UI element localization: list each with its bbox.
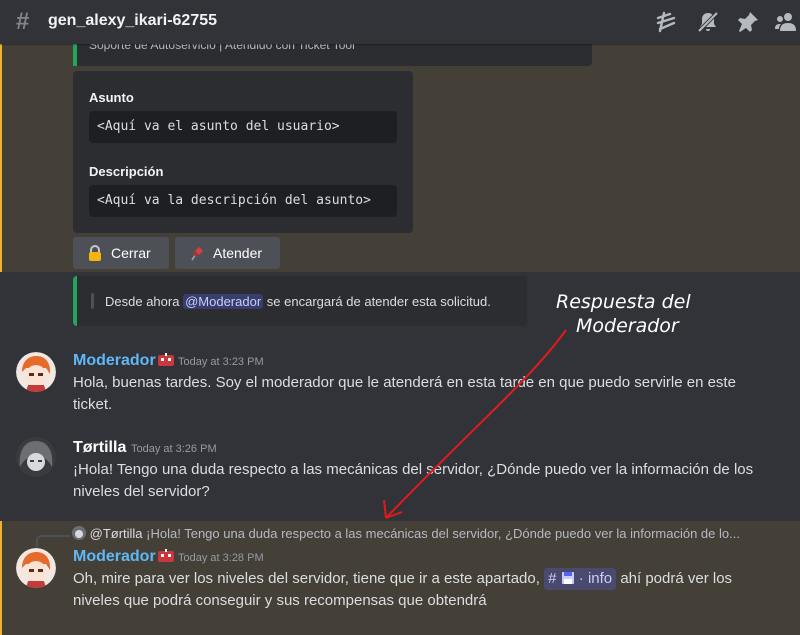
close-button-label: Cerrar: [111, 245, 151, 261]
timestamp[interactable]: Today at 3:28 PM: [178, 552, 264, 564]
pushpin-emoji-icon: [191, 247, 203, 261]
annotation-line-1: Respuesta del: [556, 291, 691, 313]
bot-badge-icon: [158, 353, 174, 366]
annotation-label: Respuesta del Moderador: [556, 290, 691, 338]
moderator-mention[interactable]: @Moderador: [183, 294, 264, 309]
pin-icon[interactable]: [736, 10, 760, 34]
floppy-disk-icon: [561, 572, 574, 584]
quote-bar: [91, 293, 94, 309]
reply-reference[interactable]: @Tørtilla ¡Hola! Tengo una duda respecto…: [72, 526, 772, 542]
mention-bar: [0, 521, 2, 635]
notice-text-before: Desde ahora: [105, 294, 180, 309]
ticket-embed-top: Soporte de Autoservicio | Atendido con T…: [73, 44, 592, 66]
subject-label: Asunto: [89, 90, 134, 105]
channel-header: # gen_alexy_ikari-62755: [0, 0, 800, 44]
avatar[interactable]: [16, 352, 56, 392]
mention-bar: [0, 44, 2, 272]
message-content: ¡Hola! Tengo una duda respecto a las mec…: [73, 461, 754, 500]
notice-text: Desde ahora @Moderador se encargará de a…: [105, 294, 491, 309]
timestamp[interactable]: Today at 3:26 PM: [131, 443, 217, 455]
embed-footer-text: Soporte de Autoservicio | Atendido con T…: [89, 44, 355, 52]
reply-spine: [36, 535, 70, 547]
close-ticket-button[interactable]: Cerrar: [73, 237, 169, 269]
description-label: Descripción: [89, 164, 164, 179]
timestamp[interactable]: Today at 3:23 PM: [178, 356, 264, 368]
notice-text-after: se encargará de atender esta solicitud.: [266, 294, 491, 309]
description-code-block: <Aquí va la descripción del asunto>: [89, 185, 397, 217]
threads-icon[interactable]: [654, 10, 678, 34]
channel-name: gen_alexy_ikari-62755: [48, 12, 218, 29]
bot-badge-icon: [158, 549, 174, 562]
attend-button-label: Atender: [213, 245, 263, 261]
avatar[interactable]: [16, 548, 56, 588]
hash-icon: #: [16, 8, 30, 35]
members-icon[interactable]: [774, 10, 798, 34]
message-content: Hola, buenas tardes. Soy el moderador qu…: [73, 374, 736, 413]
hash-icon: #: [548, 570, 561, 587]
channel-mention[interactable]: # · info: [544, 568, 617, 590]
attend-ticket-button[interactable]: Atender: [175, 237, 280, 269]
avatar[interactable]: [16, 437, 56, 477]
annotation-line-2: Moderador: [576, 315, 679, 337]
subject-code-block: <Aquí va el asunto del usuario>: [89, 111, 397, 143]
reply-avatar-icon: [72, 526, 86, 540]
replied-username[interactable]: @Tørtilla: [90, 526, 143, 541]
ticket-form-embed: Asunto <Aquí va el asunto del usuario> D…: [73, 71, 413, 233]
username[interactable]: Moderador: [73, 548, 156, 566]
moderator-assigned-embed: Desde ahora @Moderador se encargará de a…: [73, 276, 527, 326]
username[interactable]: Moderador: [73, 352, 156, 370]
replied-text: ¡Hola! Tengo una duda respecto a las mec…: [146, 526, 740, 541]
message-content: Oh, mire para ver los niveles del servid…: [73, 568, 773, 612]
lock-emoji-icon: [89, 245, 101, 261]
mute-bell-icon[interactable]: [696, 10, 720, 34]
username[interactable]: Tørtilla: [73, 439, 126, 457]
reply-text-before: Oh, mire para ver los niveles del servid…: [73, 570, 540, 587]
channel-mention-label: info: [587, 570, 613, 587]
